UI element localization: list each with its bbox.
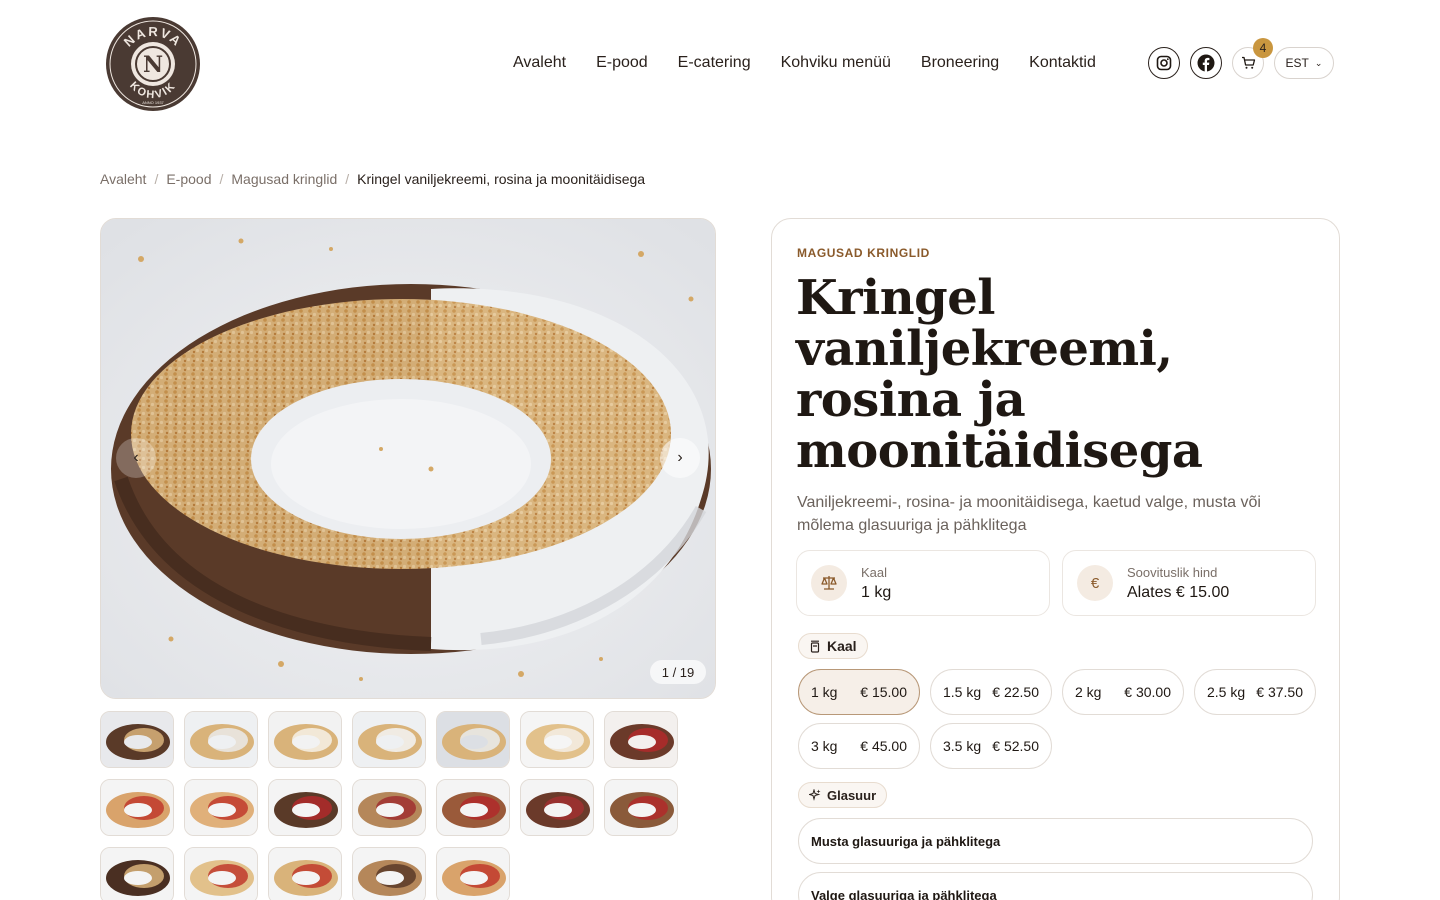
cart-button[interactable]: 4 <box>1232 38 1273 79</box>
weight-option-weight: 2.5 kg <box>1207 684 1246 700</box>
weight-option-price: € 15.00 <box>860 684 907 700</box>
weight-options: 1 kg € 15.00 1.5 kg € 22.50 2 kg € 30.00 2.5 k… <box>798 669 1318 769</box>
gallery-thumbnail[interactable] <box>100 711 174 768</box>
breadcrumb-separator: / <box>219 171 224 187</box>
nav-link-broneering[interactable]: Broneering <box>921 54 999 72</box>
instagram-button[interactable] <box>1148 47 1180 79</box>
gallery-thumbnail[interactable] <box>268 779 342 836</box>
gallery-counter: 1 / 19 <box>650 660 706 684</box>
language-label: EST <box>1285 56 1309 70</box>
weight-option[interactable]: 1.5 kg € 22.50 <box>930 669 1052 715</box>
product-description: Vaniljekreemi-, rosina- ja moonitäidiseg… <box>797 494 1261 534</box>
gallery-thumbnail[interactable] <box>100 779 174 836</box>
breadcrumb-link-avaleht[interactable]: Avaleht <box>100 171 146 187</box>
logo-emblem: NARVA KOHVIK N ANNO 1937 <box>106 17 200 111</box>
gallery-next-button[interactable]: › <box>660 438 700 478</box>
euro-icon: € <box>1077 565 1113 601</box>
nav-link-kohviku-menuu[interactable]: Kohviku menüü <box>781 54 891 72</box>
gallery-thumbnail[interactable] <box>268 847 342 900</box>
breadcrumb-link-category[interactable]: Magusad kringlid <box>231 171 337 187</box>
nav-link-avaleht[interactable]: Avaleht <box>513 54 566 72</box>
chevron-right-icon: › <box>677 449 683 466</box>
gallery-thumbnail[interactable] <box>184 847 258 900</box>
gallery-thumbnail[interactable] <box>520 779 594 836</box>
gallery-thumbnail[interactable] <box>184 711 258 768</box>
gallery-thumbnail[interactable] <box>352 847 426 900</box>
gallery-thumbnail[interactable] <box>436 779 510 836</box>
weight-option-weight: 3 kg <box>811 738 838 754</box>
gallery-thumbnail[interactable] <box>520 711 594 768</box>
glaze-option-white[interactable]: Valge glasuuriga ja pähklitega <box>798 872 1313 900</box>
spec-weight-value: 1 kg <box>861 583 892 601</box>
glaze-section-label: Glasuur <box>827 787 877 803</box>
product-title: Kringel vaniljekreemi, rosina ja moonitä… <box>796 270 1203 479</box>
product-main-image[interactable] <box>100 218 716 699</box>
spec-price: € Soovituslik hind Alates € 15.00 <box>1062 550 1316 616</box>
weight-option-price: € 52.50 <box>992 738 1039 754</box>
weight-section-label: Kaal <box>827 638 857 654</box>
gallery-thumbnail[interactable] <box>604 779 678 836</box>
weight-option-price: € 22.50 <box>992 684 1039 700</box>
gallery-thumbnail[interactable] <box>184 779 258 836</box>
gallery-thumbnail[interactable] <box>352 711 426 768</box>
weight-option-price: € 30.00 <box>1124 684 1171 700</box>
breadcrumb-link-e-pood[interactable]: E-pood <box>166 171 211 187</box>
glaze-option-black[interactable]: Musta glasuuriga ja pähklitega <box>798 818 1313 864</box>
logo-small-text: ANNO 1937 <box>142 100 164 105</box>
weight-section-chip: Kaal <box>798 633 868 659</box>
spec-price-value: Alates € 15.00 <box>1127 583 1230 601</box>
gallery-thumbnail[interactable] <box>436 711 510 768</box>
main-nav: Avaleht E-pood E-catering Kohviku menüü … <box>513 54 1096 72</box>
nav-link-kontaktid[interactable]: Kontaktid <box>1029 54 1096 72</box>
cart-count-badge: 4 <box>1253 38 1273 58</box>
jar-icon <box>810 640 820 653</box>
header-actions: 4 EST ⌄ <box>1148 38 1334 79</box>
kringel-photo <box>101 219 715 698</box>
chevron-left-icon: ‹ <box>133 449 139 466</box>
facebook-button[interactable] <box>1190 47 1222 79</box>
weight-option-weight: 1.5 kg <box>943 684 982 700</box>
scale-icon <box>811 565 847 601</box>
gallery-thumbnail[interactable] <box>604 711 678 768</box>
product-category: MAGUSAD KRINGLID <box>797 246 930 260</box>
breadcrumb-current: Kringel vaniljekreemi, rosina ja moonitä… <box>357 171 646 187</box>
cart-icon <box>1241 56 1255 69</box>
breadcrumb-separator: / <box>154 171 159 187</box>
weight-option-weight: 1 kg <box>811 684 838 700</box>
facebook-icon <box>1197 54 1215 72</box>
weight-option[interactable]: 2 kg € 30.00 <box>1062 669 1184 715</box>
brand-logo[interactable]: NARVA KOHVIK N ANNO 1937 <box>105 16 201 112</box>
gallery-thumbnail[interactable] <box>100 847 174 900</box>
weight-option[interactable]: 3.5 kg € 52.50 <box>930 723 1052 769</box>
gallery-prev-button[interactable]: ‹ <box>116 438 156 478</box>
thumbnail-strip <box>100 711 700 900</box>
gallery-thumbnail[interactable] <box>436 847 510 900</box>
spec-weight-label: Kaal <box>861 564 888 580</box>
gallery-thumbnail[interactable] <box>352 779 426 836</box>
glaze-section-chip: Glasuur <box>798 782 888 808</box>
weight-option[interactable]: 1 kg € 15.00 <box>798 669 920 715</box>
weight-option-price: € 45.00 <box>860 738 907 754</box>
language-selector[interactable]: EST ⌄ <box>1274 47 1334 79</box>
breadcrumb: Avaleht / E-pood / Magusad kringlid / Kr… <box>100 171 645 187</box>
product-info-card: MAGUSAD KRINGLID Kringel vaniljekreemi, … <box>771 218 1340 900</box>
spec-price-label: Soovituslik hind <box>1127 564 1218 580</box>
gallery-thumbnail[interactable] <box>268 711 342 768</box>
weight-option-weight: 2 kg <box>1075 684 1102 700</box>
spec-weight: Kaal 1 kg <box>796 550 1050 616</box>
instagram-icon <box>1156 55 1172 71</box>
weight-option-weight: 3.5 kg <box>943 738 982 754</box>
nav-link-e-pood[interactable]: E-pood <box>596 54 648 72</box>
nav-link-e-catering[interactable]: E-catering <box>678 54 751 72</box>
weight-option-price: € 37.50 <box>1256 684 1303 700</box>
chevron-down-icon: ⌄ <box>1314 57 1323 68</box>
logo-monogram: N <box>143 52 163 78</box>
weight-option[interactable]: 2.5 kg € 37.50 <box>1194 669 1316 715</box>
weight-option[interactable]: 3 kg € 45.00 <box>798 723 920 769</box>
sparkle-icon <box>809 789 821 801</box>
breadcrumb-separator: / <box>345 171 350 187</box>
